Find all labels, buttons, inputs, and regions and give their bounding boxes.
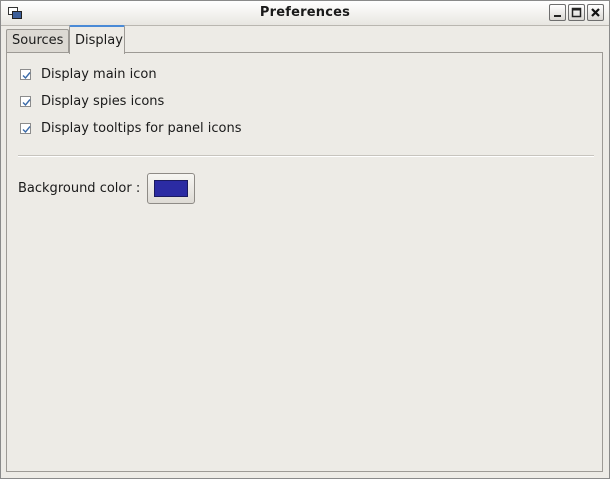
checkmark-icon [22, 126, 31, 134]
minimize-icon [554, 15, 561, 17]
display-tab-panel: Display main icon Display spies icons Di… [6, 52, 603, 472]
tab-sources[interactable]: Sources [6, 29, 69, 53]
tab-display[interactable]: Display [69, 25, 125, 54]
checkmark-icon [22, 72, 31, 80]
display-main-icon-checkbox[interactable] [20, 69, 31, 80]
close-button[interactable] [587, 4, 604, 21]
display-spies-icons-checkbox[interactable] [20, 96, 31, 107]
title-bar[interactable]: Preferences [1, 1, 609, 26]
background-color-swatch [154, 180, 188, 197]
background-color-label: Background color : [18, 181, 141, 196]
separator [18, 155, 594, 157]
checkmark-icon [22, 99, 31, 107]
background-color-button[interactable] [147, 173, 195, 204]
minimize-button[interactable] [549, 4, 566, 21]
display-main-icon-label[interactable]: Display main icon [41, 67, 157, 82]
preferences-window: Preferences Sources Display Display main… [0, 0, 610, 479]
display-spies-icons-label[interactable]: Display spies icons [41, 94, 164, 109]
display-tooltips-label[interactable]: Display tooltips for panel icons [41, 121, 241, 136]
close-icon [591, 8, 600, 17]
maximize-icon [571, 7, 582, 18]
maximize-button[interactable] [568, 4, 585, 21]
display-tooltips-checkbox[interactable] [20, 123, 31, 134]
window-title: Preferences [259, 5, 351, 20]
